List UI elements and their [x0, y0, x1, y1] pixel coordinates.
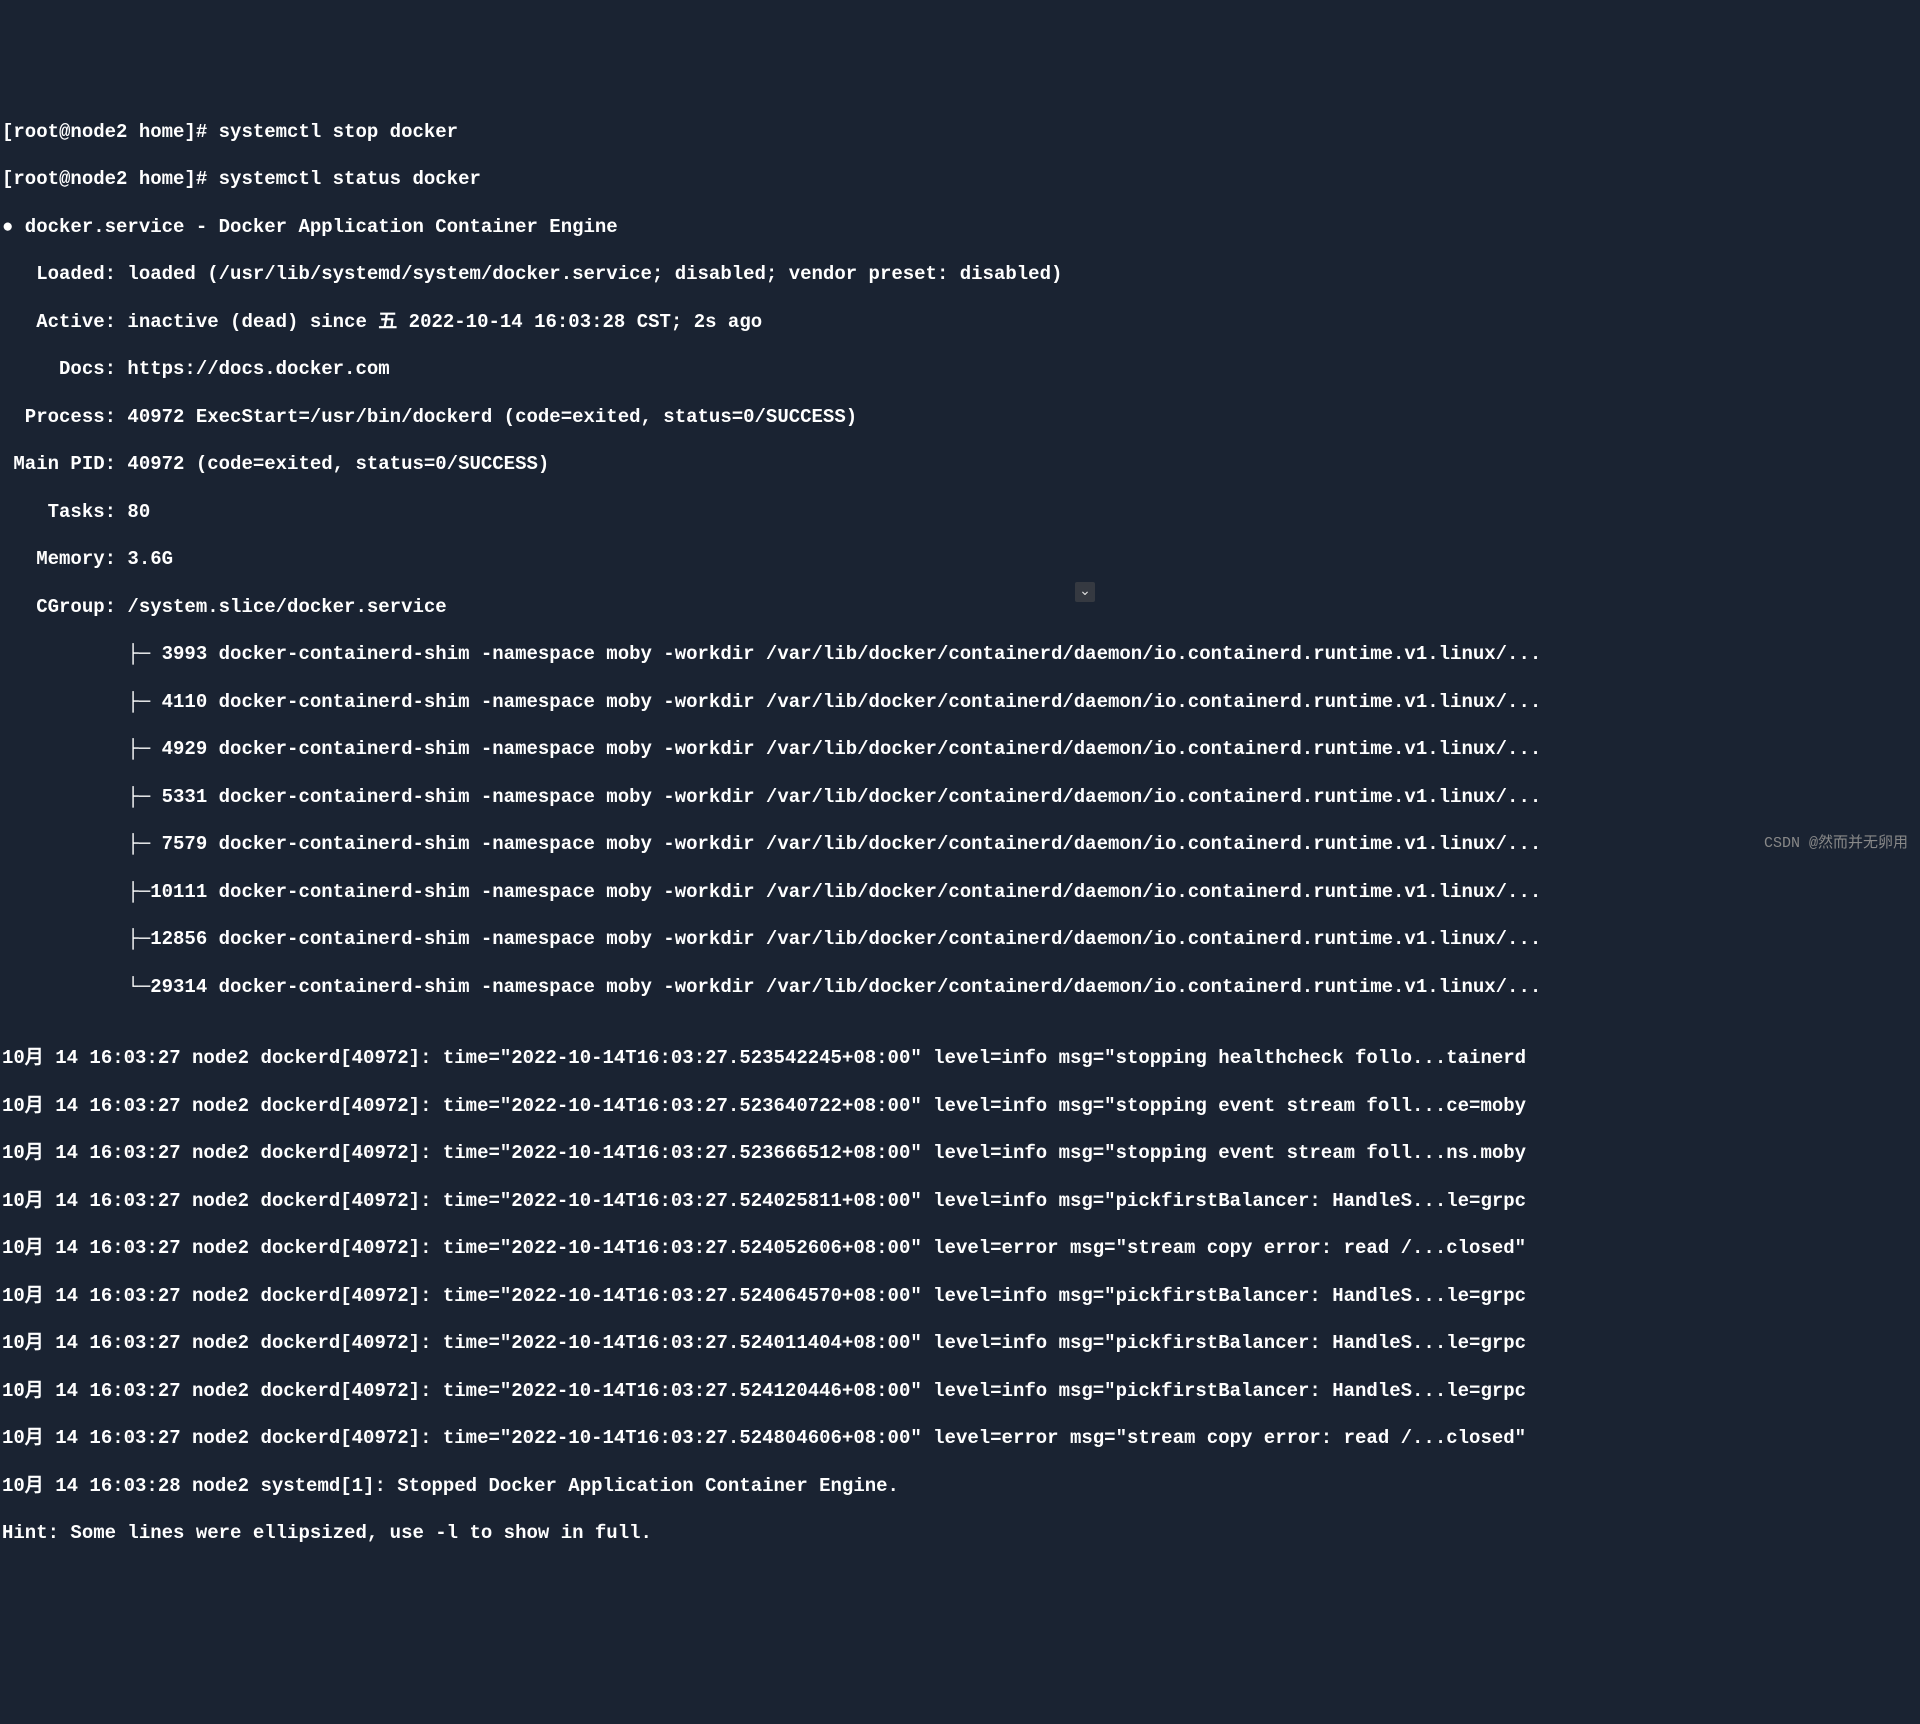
log-line: 10月 14 16:03:27 node2 dockerd[40972]: ti…	[2, 1237, 1918, 1261]
log-line: 10月 14 16:03:27 node2 dockerd[40972]: ti…	[2, 1142, 1918, 1166]
prompt: [root@node2 home]#	[2, 121, 219, 143]
log-line: 10月 14 16:03:27 node2 dockerd[40972]: ti…	[2, 1285, 1918, 1309]
command-text: systemctl status docker	[219, 168, 481, 190]
cgroup-item: ├─12856 docker-containerd-shim -namespac…	[2, 928, 1918, 952]
log-line: 10月 14 16:03:27 node2 dockerd[40972]: ti…	[2, 1190, 1918, 1214]
command-line-1: [root@node2 home]# systemctl stop docker	[2, 121, 1918, 145]
cgroup-item: ├─ 3993 docker-containerd-shim -namespac…	[2, 643, 1918, 667]
prompt: [root@node2 home]#	[2, 168, 219, 190]
log-line: 10月 14 16:03:28 node2 systemd[1]: Stoppe…	[2, 1475, 1918, 1499]
cgroup-item: ├─ 4929 docker-containerd-shim -namespac…	[2, 738, 1918, 762]
status-cgroup: CGroup: /system.slice/docker.service	[2, 596, 1918, 620]
scroll-down-icon[interactable]: ⌄	[1075, 582, 1095, 602]
hint-line: Hint: Some lines were ellipsized, use -l…	[2, 1522, 1918, 1546]
status-process: Process: 40972 ExecStart=/usr/bin/docker…	[2, 406, 1918, 430]
cgroup-item: └─29314 docker-containerd-shim -namespac…	[2, 976, 1918, 1000]
status-tasks: Tasks: 80	[2, 501, 1918, 525]
log-line: 10月 14 16:03:27 node2 dockerd[40972]: ti…	[2, 1047, 1918, 1071]
cgroup-item: ├─10111 docker-containerd-shim -namespac…	[2, 881, 1918, 905]
log-line: 10月 14 16:03:27 node2 dockerd[40972]: ti…	[2, 1427, 1918, 1451]
log-line: 10月 14 16:03:27 node2 dockerd[40972]: ti…	[2, 1380, 1918, 1404]
status-docs: Docs: https://docs.docker.com	[2, 358, 1918, 382]
terminal-output[interactable]: [root@node2 home]# systemctl stop docker…	[2, 97, 1918, 1570]
command-text: systemctl stop docker	[219, 121, 458, 143]
status-memory: Memory: 3.6G	[2, 548, 1918, 572]
log-line: 10月 14 16:03:27 node2 dockerd[40972]: ti…	[2, 1332, 1918, 1356]
log-line: 10月 14 16:03:27 node2 dockerd[40972]: ti…	[2, 1095, 1918, 1119]
command-line-2: [root@node2 home]# systemctl status dock…	[2, 168, 1918, 192]
cgroup-item: ├─ 5331 docker-containerd-shim -namespac…	[2, 786, 1918, 810]
status-active: Active: inactive (dead) since 五 2022-10-…	[2, 311, 1918, 335]
status-mainpid: Main PID: 40972 (code=exited, status=0/S…	[2, 453, 1918, 477]
watermark-text: CSDN @然而并无卵用	[1764, 835, 1908, 854]
service-header: ● docker.service - Docker Application Co…	[2, 216, 1918, 240]
cgroup-item: ├─ 4110 docker-containerd-shim -namespac…	[2, 691, 1918, 715]
cgroup-item: ├─ 7579 docker-containerd-shim -namespac…	[2, 833, 1918, 857]
status-loaded: Loaded: loaded (/usr/lib/systemd/system/…	[2, 263, 1918, 287]
